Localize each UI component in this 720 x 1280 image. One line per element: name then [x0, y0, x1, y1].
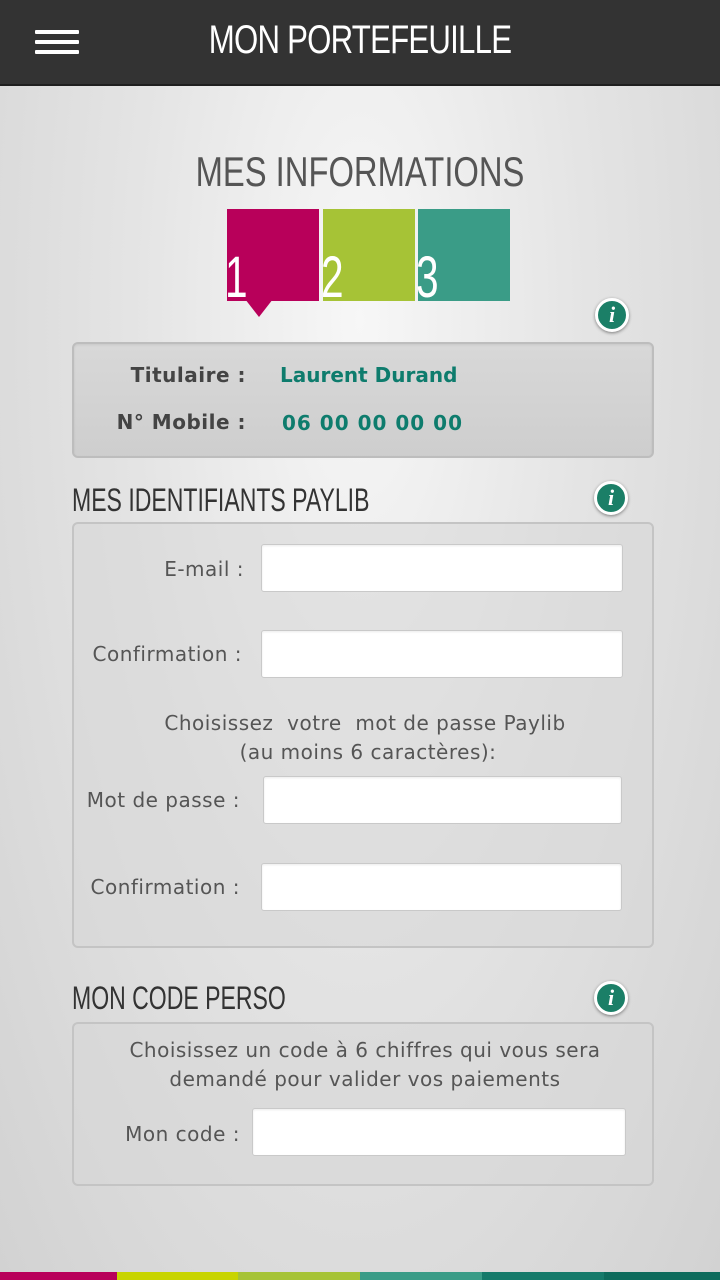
step-indicator: 1 2 3: [225, 209, 511, 319]
password-confirm-label: Confirmation :: [90, 875, 240, 899]
password-hint: Choisissez votre mot de passe Paylib (au…: [74, 709, 656, 767]
step-1: 1: [225, 209, 319, 307]
mobile-label: N° Mobile :: [116, 410, 246, 434]
step-3-number: 3: [416, 245, 439, 310]
password-hint-line1: Choisissez votre mot de passe Paylib: [164, 711, 566, 735]
step-3: 3: [416, 209, 510, 307]
info-icon[interactable]: i: [594, 981, 628, 1015]
code-hint: Choisissez un code à 6 chiffres qui vous…: [74, 1036, 656, 1094]
identifiants-section-title: MES IDENTIFIANTS PAYLIB: [72, 482, 370, 518]
email-confirm-label: Confirmation :: [92, 642, 242, 666]
info-icon[interactable]: i: [595, 298, 629, 332]
step-2: 2: [321, 209, 415, 307]
code-field[interactable]: [252, 1108, 626, 1156]
code-perso-section-title: MON CODE PERSO: [72, 980, 286, 1016]
color-segment: [117, 1272, 238, 1280]
email-confirm-field[interactable]: [261, 630, 623, 678]
password-confirm-field[interactable]: [261, 863, 622, 911]
password-field[interactable]: [263, 776, 622, 824]
color-segment: [604, 1272, 720, 1280]
code-perso-panel: Choisissez un code à 6 chiffres qui vous…: [72, 1022, 654, 1186]
active-step-pointer: [245, 299, 273, 317]
hamburger-menu-icon[interactable]: [35, 30, 79, 54]
step-2-number: 2: [321, 245, 344, 310]
top-bar: MON PORTEFEUILLE: [0, 0, 720, 86]
color-segment: [360, 1272, 482, 1280]
color-segment: [238, 1272, 360, 1280]
info-icon[interactable]: i: [594, 481, 628, 515]
mobile-value: 06 00 00 00 00: [282, 411, 464, 435]
bottom-color-bar: [0, 1272, 720, 1280]
password-label: Mot de passe :: [86, 788, 240, 812]
email-label: E-mail :: [164, 557, 244, 581]
titulaire-label: Titulaire :: [130, 363, 246, 387]
code-hint-line2: demandé pour valider vos paiements: [169, 1067, 561, 1091]
email-field[interactable]: [261, 544, 623, 592]
code-label: Mon code :: [125, 1122, 240, 1146]
password-hint-line2: (au moins 6 caractères):: [239, 740, 497, 764]
holder-info-panel: Titulaire : Laurent Durand N° Mobile : 0…: [72, 342, 654, 458]
code-hint-line1: Choisissez un code à 6 chiffres qui vous…: [129, 1038, 601, 1062]
app-title: MON PORTEFEUILLE: [208, 18, 512, 62]
color-segment: [0, 1272, 117, 1280]
color-segment: [482, 1272, 604, 1280]
identifiants-panel: E-mail : Confirmation : Choisissez votre…: [72, 522, 654, 948]
page-title: MES INFORMATIONS: [195, 148, 525, 195]
titulaire-value: Laurent Durand: [280, 363, 458, 387]
